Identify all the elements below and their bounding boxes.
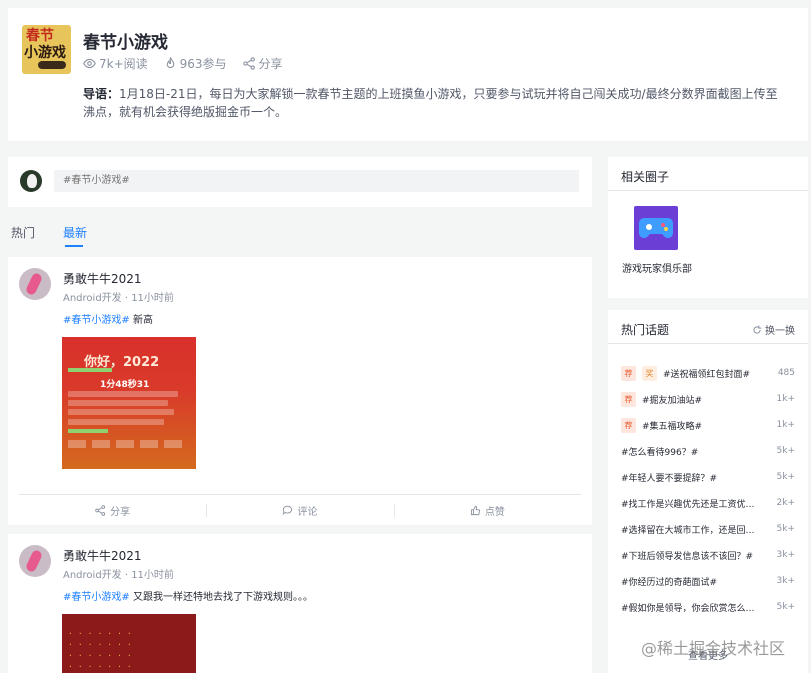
club-name[interactable]: 游戏玩家俱乐部 — [622, 260, 692, 275]
share-icon — [242, 57, 255, 70]
refresh-button[interactable]: 换一换 — [752, 322, 795, 337]
hot-topic-count: 5k+ — [776, 524, 795, 534]
hot-topic-count: 3k+ — [776, 576, 795, 586]
hot-topic-name: #选择留在大城市工作，还是回老家？# — [621, 525, 756, 536]
hot-topic-count: 3k+ — [776, 550, 795, 560]
hot-topic-count: 5k+ — [776, 446, 795, 456]
author-name[interactable]: 勇敢牛牛2021 — [63, 270, 142, 287]
thumbs-up-icon — [470, 505, 480, 515]
eye-icon — [83, 58, 96, 69]
post-image[interactable]: 你好，2022 1分48秒31 — [62, 337, 196, 469]
hot-topic-name: #找工作是兴趣优先还是工资优先？# — [621, 499, 756, 510]
share-icon — [95, 504, 106, 516]
post-meta: Android开发 · 11小时前 — [63, 293, 174, 304]
hot-topic-count: 5k+ — [776, 472, 795, 482]
like-button[interactable]: 点赞 — [393, 495, 581, 525]
topic-tag-link[interactable]: #春节小游戏# — [63, 315, 130, 326]
hot-topic-name: #下班后领导发信息该不该回？# — [621, 551, 754, 562]
tab-hot[interactable]: 热门 — [11, 224, 35, 241]
share-button[interactable]: 分享 — [242, 55, 283, 72]
post-composer — [8, 157, 592, 207]
topic-title: 春节小游戏 — [83, 33, 168, 53]
related-clubs-title: 相关圈子 — [621, 170, 670, 184]
hot-topic-item[interactable]: #下班后领导发信息该不该回？# 3k+ — [608, 542, 808, 568]
tab-latest[interactable]: 最新 — [63, 224, 87, 247]
prize-badge: 奖 — [642, 365, 657, 381]
composer-input[interactable] — [54, 170, 579, 192]
hot-topic-item[interactable]: #你经历过的奇葩面试# 3k+ — [608, 568, 808, 594]
hot-topics-list: 荐奖 #送祝福领红包封面# 485 荐 #掘友加油站# 1k+ 荐 #集五福攻略# 1k+ #怎么… — [608, 360, 808, 620]
author-avatar[interactable] — [19, 545, 51, 577]
views-stat: 7k+阅读 — [83, 55, 148, 72]
recommend-badge: 荐 — [621, 365, 636, 381]
hot-topic-item[interactable]: #假如你是领导，你会欣赏怎么样的员工？# 5k+ — [608, 594, 808, 620]
comment-button[interactable]: 评论 — [206, 495, 393, 525]
hot-topic-count: 2k+ — [776, 498, 795, 508]
hot-topic-item[interactable]: #找工作是兴趣优先还是工资优先？# 2k+ — [608, 490, 808, 516]
hot-topic-count: 485 — [777, 368, 795, 378]
author-name[interactable]: 勇敢牛牛2021 — [63, 547, 142, 564]
hot-topic-item[interactable]: 荐 #集五福攻略# 1k+ — [608, 412, 808, 438]
club-gamepad-icon[interactable] — [634, 206, 678, 250]
topic-cover-image: 春节 小游戏 — [22, 25, 71, 74]
feed-post: 勇敢牛牛2021 Android开发 · 11小时前 #春节小游戏# 又跟我一样… — [8, 534, 592, 673]
recommend-badge: 荐 — [621, 417, 636, 433]
recommend-badge: 荐 — [621, 391, 636, 407]
hot-topics-panel: 热门话题 换一换 荐奖 #送祝福领红包封面# 485 荐 #掘友加油站# 1k+ 荐 #集五福… — [608, 310, 808, 673]
topic-header: 春节 小游戏 春节小游戏 7k+阅读 963参与 分享 导语：1月18日-21日… — [8, 8, 808, 141]
post-image[interactable]: ······· ······· ······· ······· — [62, 614, 196, 673]
refresh-icon — [753, 325, 762, 334]
topic-description: 导语：1月18日-21日，每日为大家解锁一款春节主题的上班摸鱼小游戏，只要参与试… — [83, 87, 778, 119]
topic-stats: 7k+阅读 963参与 分享 — [83, 55, 283, 72]
hot-topic-item[interactable]: #怎么看待996？# 5k+ — [608, 438, 808, 464]
hot-topic-name: #掘友加油站# — [642, 395, 703, 406]
related-clubs-panel: 相关圈子 游戏玩家俱乐部 — [608, 157, 808, 298]
post-content: #春节小游戏# 新高 — [63, 315, 153, 326]
hot-topic-item[interactable]: #年轻人要不要提辞？# 5k+ — [608, 464, 808, 490]
feed-tabs: 热门 最新 — [8, 221, 592, 251]
hot-topic-name: #假如你是领导，你会欣赏怎么样的员工？# — [621, 603, 756, 614]
user-avatar[interactable] — [20, 170, 42, 192]
hot-topic-name: #送祝福领红包封面# — [663, 369, 751, 380]
post-content: #春节小游戏# 又跟我一样还特地去找了下游戏规则。。。 — [63, 592, 313, 603]
hot-topic-name: #集五福攻略# — [642, 421, 703, 432]
hot-topic-count: 1k+ — [776, 420, 795, 430]
hot-topics-title: 热门话题 — [621, 323, 670, 337]
share-button[interactable]: 分享 — [19, 495, 206, 525]
topic-tag-link[interactable]: #春节小游戏# — [63, 592, 130, 603]
hot-topic-name: #你经历过的奇葩面试# — [621, 577, 718, 588]
watermark: @稀土掘金技术社区 — [641, 639, 786, 658]
flame-icon — [166, 57, 174, 69]
feed-post: 勇敢牛牛2021 Android开发 · 11小时前 #春节小游戏# 新高 你好… — [8, 257, 592, 525]
hot-topic-item[interactable]: #选择留在大城市工作，还是回老家？# 5k+ — [608, 516, 808, 542]
author-avatar[interactable] — [19, 268, 51, 300]
hot-topic-item[interactable]: 荐奖 #送祝福领红包封面# 485 — [608, 360, 808, 386]
hot-topic-name: #年轻人要不要提辞？# — [621, 473, 718, 484]
hot-topic-name: #怎么看待996？# — [621, 447, 699, 458]
comment-icon — [283, 505, 293, 515]
hot-topic-item[interactable]: 荐 #掘友加油站# 1k+ — [608, 386, 808, 412]
hot-topic-count: 5k+ — [776, 602, 795, 612]
post-meta: Android开发 · 11小时前 — [63, 570, 174, 581]
post-actions: 分享 评论 点赞 — [19, 494, 581, 525]
participants-stat: 963参与 — [164, 55, 227, 72]
hot-topic-count: 1k+ — [776, 394, 795, 404]
